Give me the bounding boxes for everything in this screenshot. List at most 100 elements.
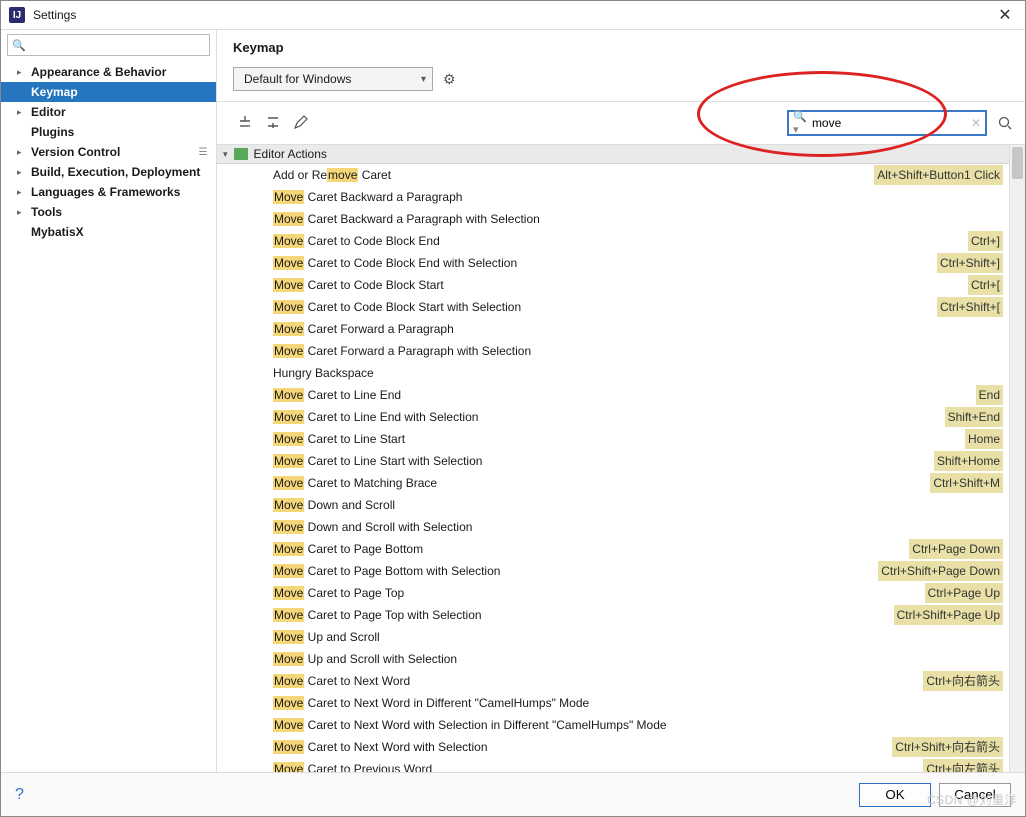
action-row[interactable]: Move Caret to Page Bottom with Selection… <box>217 560 1009 582</box>
app-icon: IJ <box>9 7 25 23</box>
shortcut-badge: Ctrl+Shift+Page Down <box>878 561 1003 581</box>
sidebar-search-input[interactable] <box>30 38 205 52</box>
help-icon[interactable]: ? <box>15 786 24 804</box>
search-highlight: Move <box>273 652 304 666</box>
sidebar-item[interactable]: ▸Editor <box>1 102 216 122</box>
action-label: Move Caret to Page Top with Selection <box>273 605 482 625</box>
action-row[interactable]: Move Caret Backward a Paragraph with Sel… <box>217 208 1009 230</box>
sidebar-item[interactable]: ▸Appearance & Behavior <box>1 62 216 82</box>
sidebar-item[interactable]: MybatisX <box>1 222 216 242</box>
action-label: Move Caret to Page Bottom with Selection <box>273 561 500 581</box>
sidebar-item[interactable]: ▸Version Control☰ <box>1 142 216 162</box>
chevron-right-icon: ▸ <box>17 207 27 218</box>
action-row[interactable]: Move Caret to Next Word with SelectionCt… <box>217 736 1009 758</box>
chevron-right-icon: ▸ <box>17 187 27 198</box>
action-row[interactable]: Move Caret to Code Block EndCtrl+] <box>217 230 1009 252</box>
sidebar-item-label: Tools <box>31 205 62 219</box>
sidebar-item[interactable]: ▸ Languages & Frameworks <box>1 182 216 202</box>
tree-icon-group <box>229 114 311 132</box>
sidebar-item-label: Plugins <box>31 125 74 139</box>
action-row[interactable]: Move Caret to Previous WordCtrl+向左箭头 <box>217 758 1009 772</box>
chevron-right-icon: ▸ <box>17 107 27 118</box>
action-label: Move Caret to Code Block Start with Sele… <box>273 297 521 317</box>
actions-list[interactable]: ▾ Editor Actions Add or Remove CaretAlt+… <box>217 145 1009 772</box>
title-bar: IJ Settings ✕ <box>1 1 1025 29</box>
vertical-scrollbar[interactable] <box>1009 145 1025 772</box>
sidebar-search[interactable]: 🔍 <box>7 34 210 56</box>
search-highlight: Move <box>273 740 304 754</box>
action-row[interactable]: Move Down and Scroll <box>217 494 1009 516</box>
action-row[interactable]: Add or Remove CaretAlt+Shift+Button1 Cli… <box>217 164 1009 186</box>
action-row[interactable]: Move Caret to Line End with SelectionShi… <box>217 406 1009 428</box>
action-row[interactable]: Move Caret to Line StartHome <box>217 428 1009 450</box>
shortcut-badge: Ctrl+[ <box>968 275 1003 295</box>
action-row[interactable]: Move Caret to Code Block End with Select… <box>217 252 1009 274</box>
keymap-scheme-dropdown[interactable]: Default for Windows ▾ <box>233 67 433 91</box>
action-row[interactable]: Move Caret to Code Block Start with Sele… <box>217 296 1009 318</box>
action-row[interactable]: Move Down and Scroll with Selection <box>217 516 1009 538</box>
action-row[interactable]: Move Up and Scroll <box>217 626 1009 648</box>
search-highlight: Move <box>273 696 304 710</box>
search-icon: 🔍▾ <box>793 110 808 136</box>
action-row[interactable]: Move Caret to Next Word in Different "Ca… <box>217 692 1009 714</box>
gear-icon[interactable]: ⚙ <box>443 71 456 88</box>
sidebar-item[interactable]: ▸Build, Execution, Deployment <box>1 162 216 182</box>
sidebar-item[interactable]: Keymap <box>1 82 216 102</box>
action-label: Move Caret Forward a Paragraph with Sele… <box>273 341 531 361</box>
action-label: Move Caret to Next Word in Different "Ca… <box>273 693 589 713</box>
scheme-label: Default for Windows <box>244 72 351 86</box>
action-label: Move Up and Scroll with Selection <box>273 649 457 669</box>
chevron-down-icon: ▾ <box>421 74 426 85</box>
scroll-thumb[interactable] <box>1012 147 1023 179</box>
action-row[interactable]: Hungry Backspace <box>217 362 1009 384</box>
shortcut-badge: Ctrl+Shift+M <box>930 473 1003 493</box>
action-search[interactable]: 🔍▾ ✕ <box>787 110 987 136</box>
ok-button[interactable]: OK <box>859 783 931 807</box>
sidebar-item[interactable]: Plugins <box>1 122 216 142</box>
search-highlight: Move <box>273 674 304 688</box>
action-label: Add or Remove Caret <box>273 165 391 185</box>
action-row[interactable]: Move Caret to Next WordCtrl+向右箭头 <box>217 670 1009 692</box>
close-icon[interactable]: ✕ <box>993 5 1017 25</box>
search-highlight: Move <box>273 498 304 512</box>
edit-icon[interactable] <box>293 114 311 132</box>
search-highlight: Move <box>273 630 304 644</box>
action-row[interactable]: Move Caret Forward a Paragraph <box>217 318 1009 340</box>
shortcut-badge: Ctrl+Shift+] <box>937 253 1003 273</box>
action-row[interactable]: Move Caret to Page TopCtrl+Page Up <box>217 582 1009 604</box>
sidebar-tree: ▸Appearance & Behavior Keymap ▸Editor Plugi… <box>1 62 216 772</box>
action-row[interactable]: Move Caret to Code Block Start Ctrl+[ <box>217 274 1009 296</box>
action-row[interactable]: Move Caret to Line Start with SelectionS… <box>217 450 1009 472</box>
clear-icon[interactable]: ✕ <box>971 116 981 130</box>
action-row[interactable]: Move Caret to Line EndEnd <box>217 384 1009 406</box>
actions-group-row[interactable]: ▾ Editor Actions <box>217 145 1009 164</box>
action-label: Move Caret to Next Word with Selection <box>273 737 488 757</box>
action-row[interactable]: Move Caret to Page Top with SelectionCtr… <box>217 604 1009 626</box>
chevron-right-icon: ▸ <box>17 147 27 158</box>
shortcut-badge: Home <box>965 429 1003 449</box>
action-label: Move Caret to Code Block Start <box>273 275 444 295</box>
expand-all-icon[interactable] <box>237 114 255 132</box>
sidebar-item-label: Languages & Frameworks <box>31 185 180 199</box>
action-row[interactable]: Move Caret to Next Word with Selection i… <box>217 714 1009 736</box>
sidebar-item-label: Keymap <box>31 85 78 99</box>
action-label: Move Caret Backward a Paragraph <box>273 187 462 207</box>
chevron-right-icon: ▸ <box>17 67 27 78</box>
collapse-all-icon[interactable] <box>265 114 283 132</box>
action-row[interactable]: Move Caret to Page BottomCtrl+Page Down <box>217 538 1009 560</box>
action-row[interactable]: Move Up and Scroll with Selection <box>217 648 1009 670</box>
panel-header: Keymap <box>217 30 1025 61</box>
action-search-input[interactable] <box>812 116 967 130</box>
search-highlight: Move <box>273 388 304 402</box>
chevron-right-icon: ▸ <box>17 167 27 178</box>
sidebar-item-label: MybatisX <box>31 225 84 239</box>
sidebar-item[interactable]: ▸ Tools <box>1 202 216 222</box>
scheme-row: Default for Windows ▾ ⚙ <box>217 61 1025 101</box>
action-row[interactable]: Move Caret Forward a Paragraph with Sele… <box>217 340 1009 362</box>
action-row[interactable]: Move Caret Backward a Paragraph <box>217 186 1009 208</box>
shortcut-badge: Ctrl+Page Down <box>909 539 1003 559</box>
action-row[interactable]: Move Caret to Matching BraceCtrl+Shift+M <box>217 472 1009 494</box>
shortcut-badge: Ctrl+Shift+[ <box>937 297 1003 317</box>
find-by-shortcut-icon[interactable] <box>997 115 1013 131</box>
ok-label: OK <box>885 787 904 802</box>
